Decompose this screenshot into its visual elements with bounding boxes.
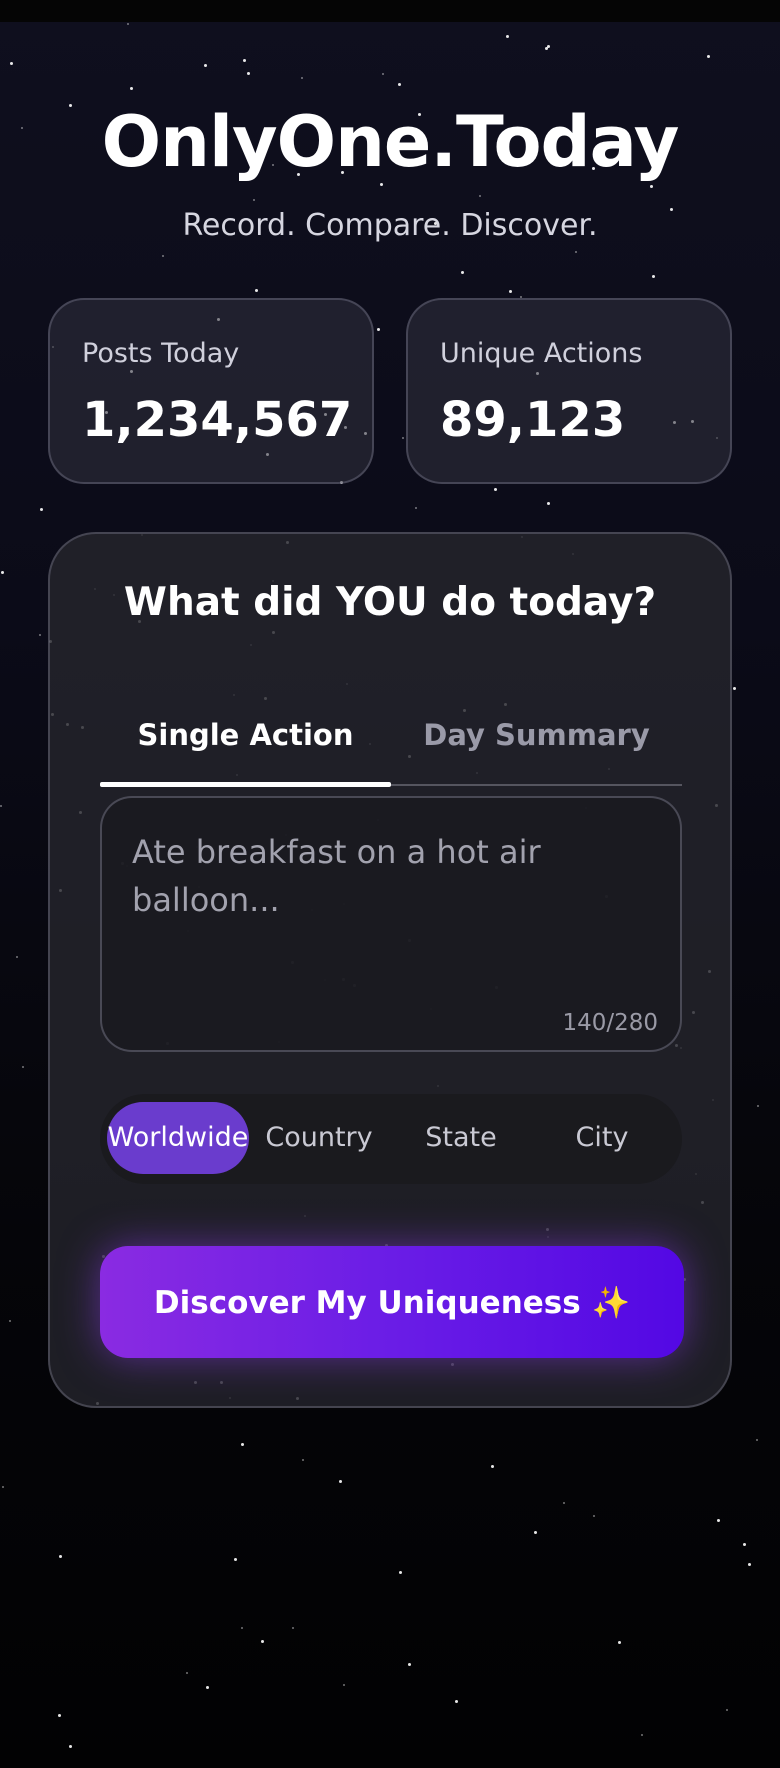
star-dot [39, 634, 41, 636]
star-dot [162, 255, 164, 257]
star-dot [509, 290, 512, 293]
star-dot [726, 1709, 728, 1711]
sparkles-icon: ✨ [591, 1284, 631, 1321]
star-dot [641, 1734, 643, 1736]
top-bar [0, 0, 780, 22]
character-counter: 140/280 [562, 1010, 658, 1036]
star-dot [40, 508, 43, 511]
scope-option-worldwide[interactable]: Worldwide [107, 1102, 249, 1174]
star-dot [22, 1066, 24, 1068]
action-input-box: 140/280 [100, 796, 682, 1052]
star-dot [130, 87, 133, 90]
discover-button-label: Discover My Uniqueness [153, 1284, 581, 1321]
star-dot [545, 47, 548, 50]
action-input[interactable] [132, 828, 652, 978]
star-dot [0, 805, 2, 807]
star-dot [618, 1641, 621, 1644]
mode-tabs: Single Action Day Summary [100, 684, 682, 788]
star-dot [2, 1486, 4, 1488]
star-dot [301, 77, 303, 79]
star-dot [253, 199, 255, 201]
star-dot [186, 1672, 188, 1674]
star-dot [547, 502, 550, 505]
star-dot [234, 1558, 237, 1561]
star-dot [302, 1459, 304, 1461]
star-dot [241, 1443, 244, 1446]
star-dot [506, 35, 509, 38]
scope-option-city[interactable]: City [531, 1102, 673, 1174]
star-dot [204, 64, 207, 67]
star-dot [757, 1105, 759, 1107]
star-dot [243, 59, 246, 62]
star-dot [748, 1563, 751, 1566]
star-dot [16, 956, 18, 958]
tab-single-action[interactable]: Single Action [100, 684, 391, 786]
star-dot [756, 1439, 758, 1441]
tab-day-summary[interactable]: Day Summary [391, 684, 682, 786]
stat-label: Unique Actions [440, 338, 643, 369]
star-dot [415, 507, 417, 509]
star-dot [59, 1555, 62, 1558]
star-dot [479, 195, 481, 197]
star-dot [377, 328, 380, 331]
star-dot [127, 23, 129, 25]
star-dot [382, 73, 384, 75]
discover-uniqueness-button[interactable]: Discover My Uniqueness ✨ [100, 1246, 684, 1358]
star-dot [575, 251, 577, 253]
star-dot [399, 1571, 402, 1574]
star-dot [743, 1543, 746, 1546]
stat-label: Posts Today [82, 338, 240, 369]
star-dot [398, 83, 401, 86]
star-dot [261, 1640, 264, 1643]
star-dot [241, 1627, 243, 1629]
star-dot [408, 1663, 411, 1666]
star-dot [206, 1686, 209, 1689]
star-dot [10, 62, 13, 65]
stat-card-posts-today: Posts Today 1,234,567 [48, 298, 374, 484]
star-dot [707, 55, 710, 58]
active-tab-indicator [100, 782, 391, 787]
composer-title: What did YOU do today? [123, 580, 657, 625]
star-dot [494, 488, 497, 491]
stat-value: 1,234,567 [82, 392, 353, 448]
star-dot [717, 1519, 720, 1522]
star-dot [9, 1320, 11, 1322]
star-dot [292, 1627, 294, 1629]
star-dot [455, 1700, 458, 1703]
star-dot [650, 185, 653, 188]
star-dot [652, 275, 655, 278]
star-dot [534, 1531, 537, 1534]
star-dot [1, 571, 4, 574]
scope-option-state[interactable]: State [390, 1102, 532, 1174]
star-dot [593, 1515, 595, 1517]
star-dot [255, 289, 258, 292]
stat-value: 89,123 [440, 392, 626, 448]
star-dot [247, 72, 250, 75]
star-dot [461, 271, 464, 274]
star-dot [69, 1745, 72, 1748]
scope-selector: Worldwide Country State City [100, 1094, 682, 1184]
star-dot [339, 1480, 342, 1483]
stat-card-unique-actions: Unique Actions 89,123 [406, 298, 732, 484]
star-dot [58, 1714, 61, 1717]
composer-card: What did YOU do today? Single Action Day… [48, 532, 732, 1408]
star-dot [402, 437, 404, 439]
scope-option-country[interactable]: Country [248, 1102, 390, 1174]
star-dot [343, 1684, 345, 1686]
star-dot [733, 687, 736, 690]
app-title: OnlyOne.Today [101, 101, 680, 183]
app-tagline: Record. Compare. Discover. [182, 208, 598, 243]
star-dot [563, 1502, 565, 1504]
star-dot [491, 1465, 494, 1468]
